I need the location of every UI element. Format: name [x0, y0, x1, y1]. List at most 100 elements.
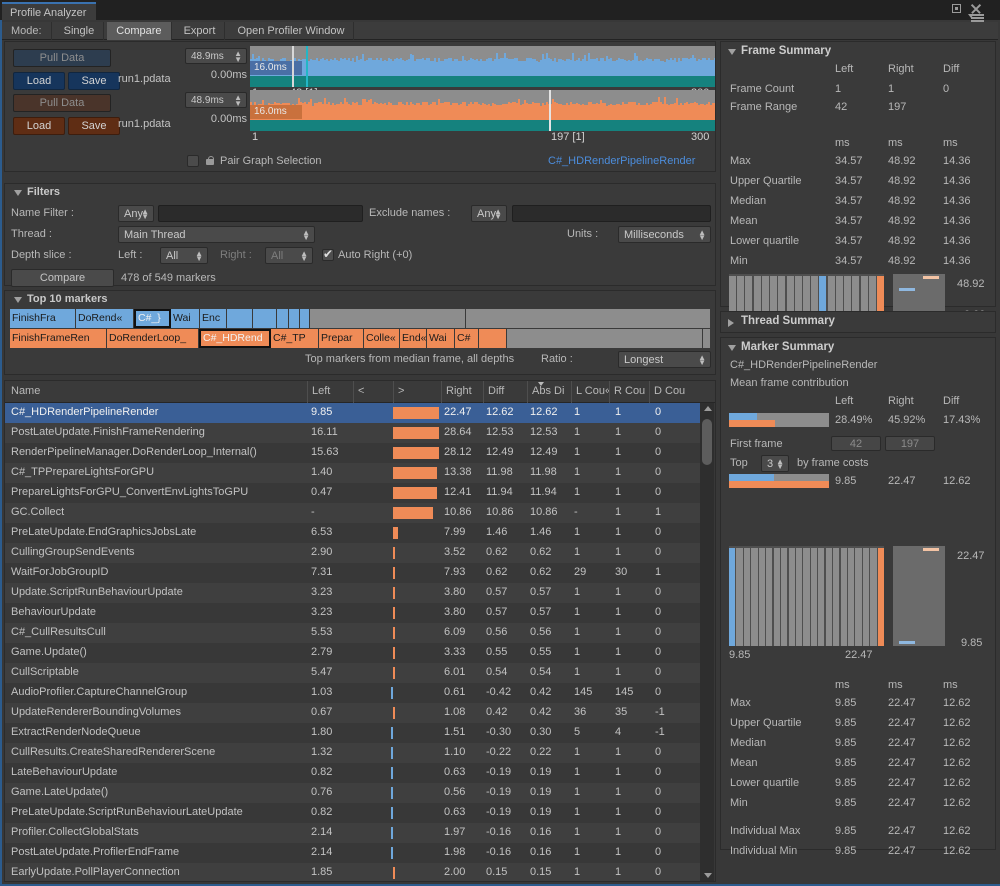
- table-row[interactable]: PrepareLightsForGPU_ConvertEnvLightsToGP…: [5, 483, 700, 503]
- ms-top-count-dropdown[interactable]: 3 ▲ ▼: [761, 455, 789, 472]
- close-icon[interactable]: [970, 3, 981, 14]
- table-row[interactable]: Game.LateUpdate() 0.76 0.56 -0.19 0.19 1 1 0: [5, 783, 700, 803]
- table-row[interactable]: PostLateUpdate.FinishFrameRendering 16.11…: [5, 423, 700, 443]
- top10-right-bar[interactable]: FinishFrameRen DoRenderLoop_ C#_HDRend C#_T…: [10, 329, 710, 348]
- left-load-button[interactable]: Load: [13, 72, 65, 90]
- name-filter-input[interactable]: [158, 205, 363, 222]
- table-row[interactable]: RenderPipelineManager.DoRenderLoop_Inter…: [5, 443, 700, 463]
- table-row[interactable]: UpdateRendererBoundingVolumes 0.67 1.08 0.4…: [5, 703, 700, 723]
- top10-segment[interactable]: FinishFrameRen: [10, 329, 107, 348]
- chevron-down-icon[interactable]: [14, 190, 22, 196]
- right-load-button[interactable]: Load: [13, 117, 65, 135]
- top10-segment[interactable]: DoRenderLoop_: [107, 329, 199, 348]
- open-profiler-window-button[interactable]: Open Profiler Window: [228, 22, 355, 40]
- exclude-names-input[interactable]: [512, 205, 711, 222]
- table-scrollbar[interactable]: [700, 403, 714, 881]
- table-row[interactable]: BehaviourUpdate 3.23 3.80 0.57 0.57 1 1 0: [5, 603, 700, 623]
- scroll-down-icon[interactable]: [704, 873, 712, 878]
- top10-segment[interactable]: Wai: [427, 329, 455, 348]
- thread-dropdown[interactable]: Main Thread ▲ ▼: [118, 226, 315, 243]
- right-graph-scale-dropdown[interactable]: 48.9ms ▲ ▼: [185, 92, 247, 108]
- table-row[interactable]: CullScriptable 5.47 6.01 0.54 0.54 1 1 0: [5, 663, 700, 683]
- table-row[interactable]: AudioProfiler.CaptureChannelGroup 1.03 0.6…: [5, 683, 700, 703]
- top10-segment[interactable]: FinishFra: [10, 309, 76, 328]
- table-header-lt[interactable]: <: [353, 381, 393, 403]
- table-row[interactable]: GC.Collect - 10.86 10.86 10.86 - 1 1: [5, 503, 700, 523]
- marker-summary-boxplot[interactable]: [893, 546, 945, 646]
- table-header-right[interactable]: Right: [441, 381, 483, 403]
- exclude-names-mode-dropdown[interactable]: Any ▲ ▼: [471, 205, 507, 222]
- ratio-dropdown[interactable]: Longest ▲ ▼: [618, 351, 711, 368]
- top10-segment[interactable]: [289, 309, 300, 328]
- table-header-lcount[interactable]: L Cou«: [571, 381, 609, 403]
- table-row[interactable]: Game.Update() 2.79 3.33 0.55 0.55 1 1 0: [5, 643, 700, 663]
- name-filter-mode-dropdown[interactable]: Any ▲ ▼: [118, 205, 154, 222]
- top10-segment[interactable]: [253, 309, 277, 328]
- table-row[interactable]: C#_HDRenderPipelineRender 9.85 22.47 12.62 1…: [5, 403, 700, 423]
- pair-graph-checkbox[interactable]: [187, 155, 199, 167]
- top10-segment[interactable]: Prepar: [319, 329, 364, 348]
- chevron-down-icon[interactable]: [728, 345, 736, 351]
- top10-segment[interactable]: Enc: [200, 309, 227, 328]
- thread-summary-panel[interactable]: Thread Summary: [720, 311, 996, 333]
- right-save-button[interactable]: Save: [68, 117, 120, 135]
- table-header-diff[interactable]: Diff: [483, 381, 527, 403]
- top10-left-bar[interactable]: FinishFra DoRend« C#_} Wai Enc: [10, 309, 710, 328]
- table-row[interactable]: WaitForJobGroupID 7.31 7.93 0.62 0.62 29 30 1: [5, 563, 700, 583]
- table-row[interactable]: LateBehaviourUpdate 0.82 0.63 -0.19 0.19 1 1 0: [5, 763, 700, 783]
- top10-segment[interactable]: [507, 329, 703, 348]
- left-save-button[interactable]: Save: [68, 72, 120, 90]
- maximize-icon[interactable]: [952, 4, 961, 13]
- top10-segment[interactable]: C#: [455, 329, 479, 348]
- scrollbar-thumb[interactable]: [702, 419, 712, 465]
- table-row[interactable]: Update.ScriptRunBehaviourUpdate 3.23 3.80 0…: [5, 583, 700, 603]
- left-frame-graph[interactable]: 16.0ms: [250, 46, 715, 87]
- top10-segment[interactable]: DoRend«: [76, 309, 134, 328]
- chevron-down-icon[interactable]: [14, 297, 22, 303]
- top10-segment[interactable]: C#_HDRend: [199, 329, 271, 348]
- top10-segment[interactable]: Colle«: [364, 329, 400, 348]
- left-pull-data-button[interactable]: Pull Data: [13, 49, 111, 67]
- table-row[interactable]: CullResults.CreateSharedRendererScene 1.3…: [5, 743, 700, 763]
- table-row[interactable]: PreLateUpdate.ScriptRunBehaviourLateUpda…: [5, 803, 700, 823]
- chevron-down-icon[interactable]: [728, 49, 736, 55]
- depth-left-dropdown[interactable]: All ▲ ▼: [160, 247, 208, 264]
- auto-right-checkbox[interactable]: [322, 247, 334, 261]
- table-header-gt[interactable]: >: [393, 381, 441, 403]
- ms-first-frame-right-button[interactable]: 197: [885, 436, 935, 451]
- table-header-absdiff[interactable]: Abs Di: [527, 381, 571, 403]
- table-header-left[interactable]: Left: [307, 381, 353, 403]
- top10-segment[interactable]: [227, 309, 253, 328]
- top10-segment[interactable]: [277, 309, 289, 328]
- top10-segment[interactable]: [300, 309, 310, 328]
- depth-right-dropdown[interactable]: All ▲ ▼: [265, 247, 313, 264]
- table-row[interactable]: Profiler.CollectGlobalStats 2.14 1.97 -0.16…: [5, 823, 700, 843]
- table-header-rcount[interactable]: R Cou: [609, 381, 649, 403]
- units-dropdown[interactable]: Milliseconds ▲ ▼: [618, 226, 711, 243]
- top10-segment[interactable]: C#_}: [134, 309, 171, 328]
- ms-first-frame-left-button[interactable]: 42: [831, 436, 881, 451]
- mode-compare-button[interactable]: Compare: [107, 22, 172, 40]
- top10-segment[interactable]: End«: [400, 329, 427, 348]
- marker-summary-histogram[interactable]: [729, 546, 884, 646]
- table-row[interactable]: CullingGroupSendEvents 2.90 3.52 0.62 0.62 1 1…: [5, 543, 700, 563]
- top10-segment[interactable]: Wai: [171, 309, 200, 328]
- table-row[interactable]: C#_TPPrepareLightsForGPU 1.40 13.38 11.98 11…: [5, 463, 700, 483]
- table-row[interactable]: PostLateUpdate.ProfilerEndFrame 2.14 1.98 -…: [5, 843, 700, 863]
- table-header-dcount[interactable]: D Cou: [649, 381, 693, 403]
- top10-segment[interactable]: [479, 329, 507, 348]
- table-row[interactable]: C#_CullResultsCull 5.53 6.09 0.56 0.56 1 1 0: [5, 623, 700, 643]
- table-row[interactable]: ExtractRenderNodeQueue 1.80 1.51 -0.30 0.30 5…: [5, 723, 700, 743]
- frame-summary-boxplot[interactable]: [893, 274, 945, 312]
- right-pull-data-button[interactable]: Pull Data: [13, 94, 111, 112]
- scroll-up-icon[interactable]: [704, 406, 712, 411]
- chevron-right-icon[interactable]: [728, 319, 734, 327]
- top10-segment[interactable]: C#_TP: [271, 329, 319, 348]
- export-button[interactable]: Export: [175, 22, 226, 40]
- tab-profile-analyzer[interactable]: Profile Analyzer: [2, 2, 97, 20]
- table-header-name[interactable]: Name: [7, 381, 307, 403]
- frame-summary-histogram[interactable]: [729, 274, 884, 312]
- table-row[interactable]: PreLateUpdate.EndGraphicsJobsLate 6.53 7.9…: [5, 523, 700, 543]
- left-graph-scale-dropdown[interactable]: 48.9ms ▲ ▼: [185, 48, 247, 64]
- compare-filter-button[interactable]: Compare: [11, 269, 114, 287]
